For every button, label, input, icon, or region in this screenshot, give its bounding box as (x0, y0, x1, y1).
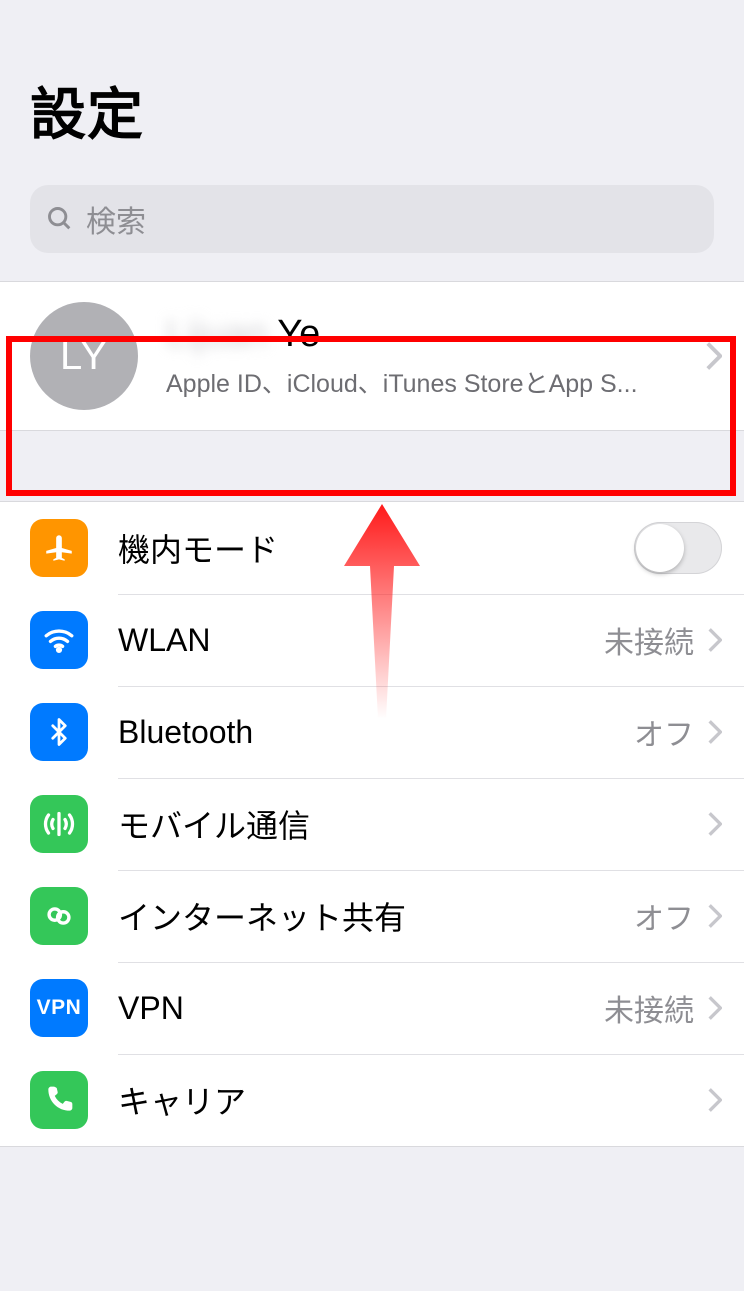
row-label: インターネット共有 (118, 893, 634, 939)
hotspot-icon (30, 887, 88, 945)
row-label: Bluetooth (118, 714, 634, 751)
row-label: 機内モード (118, 525, 634, 571)
vpn-icon: VPN (30, 979, 88, 1037)
row-bluetooth[interactable]: Bluetooth オフ (0, 686, 744, 778)
row-vpn[interactable]: VPN VPN 未接続 (0, 962, 744, 1054)
chevron-right-icon (708, 1088, 722, 1112)
row-label: WLAN (118, 622, 604, 659)
row-hotspot[interactable]: インターネット共有 オフ (0, 870, 744, 962)
row-value: オフ (634, 710, 694, 754)
row-wlan[interactable]: WLAN 未接続 (0, 594, 744, 686)
account-row[interactable]: LY Lijuan Ye Apple ID、iCloud、iTunes Stor… (0, 282, 744, 430)
row-label: キャリア (118, 1077, 574, 1123)
page-title: 設定 (30, 70, 714, 151)
airplane-toggle[interactable] (634, 522, 722, 574)
row-value: 未接続 (604, 618, 694, 662)
row-carrier[interactable]: キャリア (0, 1054, 744, 1146)
chevron-right-icon (708, 904, 722, 928)
search-input[interactable]: 検索 (30, 185, 714, 253)
wifi-icon (30, 611, 88, 669)
search-icon (46, 205, 74, 233)
account-name: Lijuan Ye (166, 313, 698, 356)
bluetooth-icon (30, 703, 88, 761)
chevron-right-icon (708, 812, 722, 836)
chevron-right-icon (706, 342, 722, 370)
cellular-icon (30, 795, 88, 853)
row-value: オフ (634, 894, 694, 938)
account-subtitle: Apple ID、iCloud、iTunes StoreとApp S... (166, 364, 698, 400)
airplane-icon (30, 519, 88, 577)
chevron-right-icon (708, 996, 722, 1020)
row-airplane[interactable]: 機内モード (0, 502, 744, 594)
chevron-right-icon (708, 628, 722, 652)
row-cellular[interactable]: モバイル通信 (0, 778, 744, 870)
phone-icon (30, 1071, 88, 1129)
row-label: モバイル通信 (118, 801, 700, 847)
avatar: LY (30, 302, 138, 410)
search-placeholder: 検索 (86, 197, 146, 241)
row-label: VPN (118, 990, 604, 1027)
chevron-right-icon (708, 720, 722, 744)
row-value (574, 1078, 694, 1122)
row-value: 未接続 (604, 986, 694, 1030)
